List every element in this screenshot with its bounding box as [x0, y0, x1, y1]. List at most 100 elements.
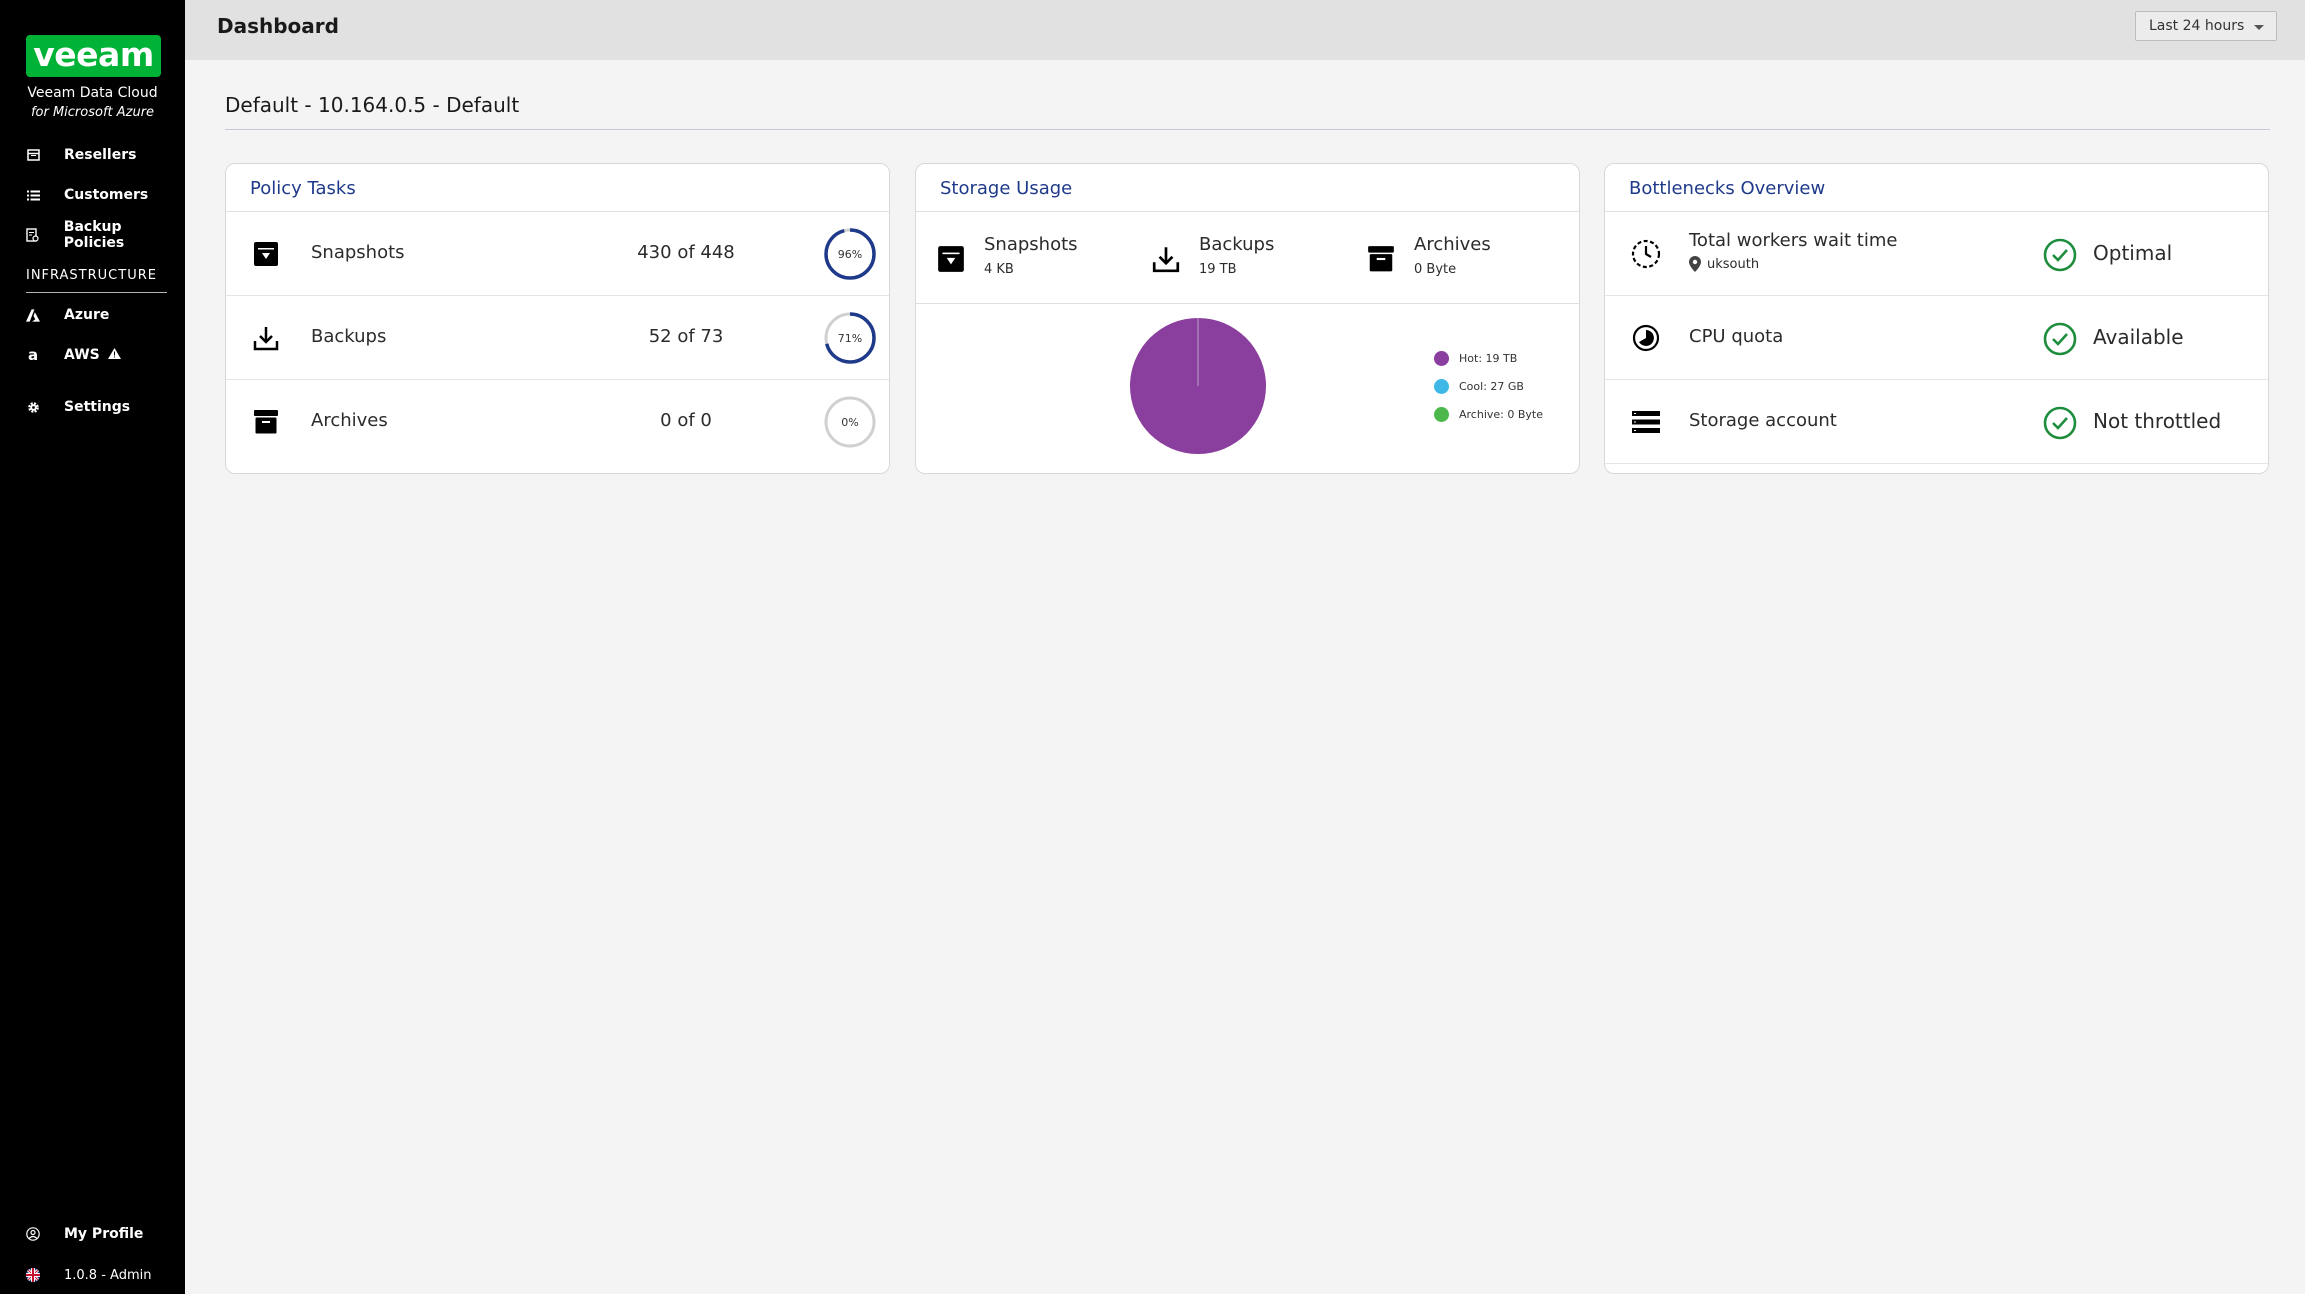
legend-label: Archive: 0 Byte: [1459, 408, 1543, 421]
sidebar-item-customers[interactable]: Customers: [0, 179, 185, 211]
storage-item-value: 19 TB: [1199, 262, 1237, 277]
card-title: Bottlenecks Overview: [1605, 164, 2268, 212]
archive-icon: [254, 410, 278, 434]
page-title: Dashboard: [217, 14, 339, 38]
snapshot-icon: [254, 242, 278, 266]
progress-label: 96%: [838, 248, 862, 261]
sidebar-item-my-profile[interactable]: My Profile: [0, 1218, 185, 1250]
brand-subtitle: for Microsoft Azure: [30, 105, 155, 120]
chevron-down-icon: [2254, 25, 2264, 30]
amazon-icon: a: [27, 346, 39, 364]
legend-dot: [1434, 379, 1449, 394]
progress-ring: 96%: [824, 228, 876, 280]
legend-item-hot: Hot: 19 TB: [1434, 351, 1517, 366]
check-circle-icon: [2043, 238, 2077, 272]
card-title: Storage Usage: [916, 164, 1579, 212]
list-icon: [26, 188, 40, 202]
legend-item-cool: Cool: 27 GB: [1434, 379, 1524, 394]
sidebar-item-label: Backup Policies: [63, 219, 125, 251]
sidebar-item-label: My Profile: [64, 1226, 144, 1242]
version-label: 1.0.8 - Admin: [64, 1267, 152, 1283]
storage-summary: Snapshots 4 KB Backups 19 TB Archives 0 …: [916, 212, 1579, 304]
bottlenecks-card: Bottlenecks Overview Total workers wait …: [1604, 163, 2269, 474]
bottleneck-name: Total workers wait time: [1689, 230, 1898, 251]
sidebar-item-label: Azure: [64, 307, 110, 323]
time-range-value: Last 24 hours: [2149, 18, 2245, 34]
storage-icon: [1632, 411, 1660, 433]
server-title: Default - 10.164.0.5 - Default: [225, 93, 520, 117]
progress-label: 0%: [841, 416, 858, 429]
warning-icon: [107, 344, 121, 363]
storage-item-value: 0 Byte: [1414, 262, 1457, 277]
card-title: Policy Tasks: [226, 164, 889, 212]
policy-tasks-card: Policy Tasks Snapshots 430 of 448 96% Ba…: [225, 163, 890, 474]
storage-item-name: Backups: [1199, 234, 1275, 255]
bottleneck-status: Not throttled: [2093, 409, 2222, 433]
sidebar-item-language[interactable]: 1.0.8 - Admin: [0, 1259, 185, 1291]
task-name: Snapshots: [311, 242, 405, 263]
task-count: 52 of 73: [648, 326, 724, 347]
bottleneck-status: Available: [2093, 325, 2184, 349]
sidebar-item-label: Settings: [64, 399, 131, 415]
archive-icon: [1368, 246, 1394, 272]
legend-label: Cool: 27 GB: [1459, 380, 1524, 393]
storage-pie-chart: [1130, 318, 1266, 454]
policy-icon: [26, 228, 40, 242]
bottleneck-name: Storage account: [1689, 410, 1837, 431]
check-circle-icon: [2043, 322, 2077, 356]
location-label: uksouth: [1707, 256, 1760, 272]
bottleneck-name: CPU quota: [1689, 326, 1784, 347]
task-name: Backups: [311, 326, 387, 347]
cpu-gauge-icon: [1632, 324, 1660, 352]
bottleneck-row-storage: Storage account Not throttled: [1605, 380, 2268, 464]
azure-icon: [26, 308, 40, 322]
time-range-select[interactable]: Last 24 hours: [2135, 11, 2277, 41]
sidebar-item-azure[interactable]: Azure: [0, 299, 185, 331]
title-divider: [225, 129, 2270, 130]
task-count: 0 of 0: [660, 410, 712, 431]
storage-item-name: Archives: [1414, 234, 1491, 255]
sidebar-item-settings[interactable]: Settings: [0, 391, 185, 423]
sidebar-item-aws[interactable]: a AWS: [0, 339, 185, 371]
section-divider: [26, 292, 167, 293]
sidebar: veeam Veeam Data Cloud for Microsoft Azu…: [0, 0, 185, 1294]
snapshot-icon: [938, 246, 964, 272]
storage-item-value: 4 KB: [984, 262, 1014, 277]
legend-item-archive: Archive: 0 Byte: [1434, 407, 1543, 422]
clock-icon: [1631, 239, 1661, 269]
user-icon: [26, 1227, 40, 1241]
bottleneck-location: uksouth: [1689, 256, 1759, 272]
legend-label: Hot: 19 TB: [1459, 352, 1518, 365]
top-bar: Dashboard Last 24 hours: [185, 0, 2305, 60]
sidebar-item-resellers[interactable]: Resellers: [0, 139, 185, 171]
policy-task-row-snapshots: Snapshots 430 of 448 96%: [226, 212, 889, 296]
bottleneck-row-workers: Total workers wait time uksouth Optimal: [1605, 212, 2268, 296]
storage-item-name: Snapshots: [984, 234, 1078, 255]
download-icon: [1152, 247, 1180, 273]
legend-dot: [1434, 407, 1449, 422]
check-circle-icon: [2043, 406, 2077, 440]
download-icon: [253, 327, 279, 351]
sidebar-item-label: Resellers: [64, 147, 137, 163]
progress-label: 71%: [838, 332, 862, 345]
sidebar-item-label: Customers: [64, 187, 149, 203]
gear-icon: [26, 400, 40, 414]
sidebar-item-label: AWS: [64, 347, 100, 363]
task-count: 430 of 448: [637, 242, 735, 263]
task-name: Archives: [311, 410, 388, 431]
bottleneck-status: Optimal: [2093, 241, 2173, 265]
veeam-logo: veeam: [26, 35, 161, 77]
bottleneck-row-cpu: CPU quota Available: [1605, 296, 2268, 380]
infrastructure-section-label: INFRASTRUCTURE: [26, 268, 157, 283]
storage-usage-card: Storage Usage Snapshots 4 KB Backups 19 …: [915, 163, 1580, 474]
uk-flag-icon: [26, 1268, 40, 1282]
progress-ring: 0%: [824, 396, 876, 448]
location-pin-icon: [1689, 256, 1701, 272]
sidebar-item-backup-policies[interactable]: Backup Policies: [0, 219, 185, 251]
brand-title: Veeam Data Cloud: [27, 85, 158, 101]
progress-ring: 71%: [824, 312, 876, 364]
policy-task-row-archives: Archives 0 of 0 0%: [226, 380, 889, 464]
resellers-icon: [26, 148, 40, 162]
policy-task-row-backups: Backups 52 of 73 71%: [226, 296, 889, 380]
legend-dot: [1434, 351, 1449, 366]
